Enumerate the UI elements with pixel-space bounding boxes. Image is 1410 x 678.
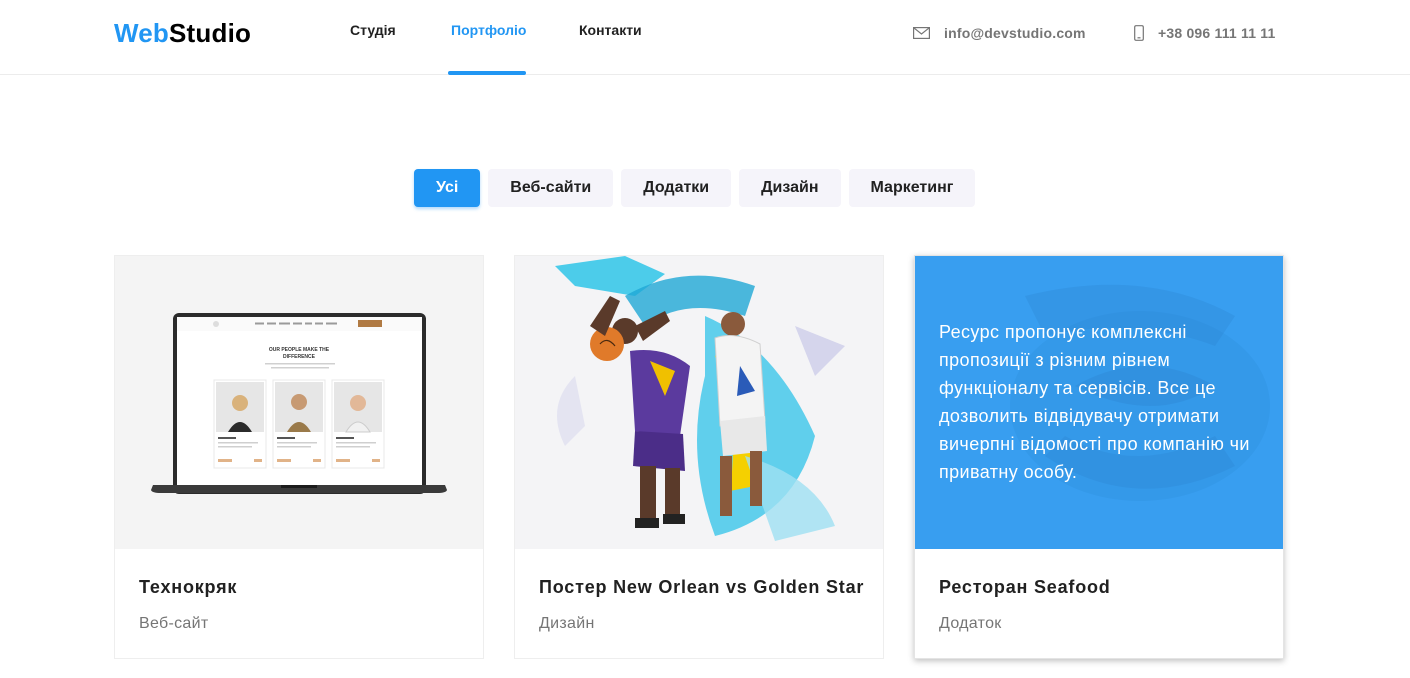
portfolio-card-seafood[interactable]: Ресурс пропонує комплексні пропозиції з … <box>914 255 1284 659</box>
svg-text:DIFFERENCE: DIFFERENCE <box>283 354 316 360</box>
phone-link[interactable]: +38 096 111 11 11 <box>1134 25 1275 41</box>
portfolio-card-technokryak[interactable]: OUR PEOPLE MAKE THE DIFFERENCE Технокряк… <box>114 255 484 659</box>
portfolio-card-poster[interactable]: Постер New Orlean vs Golden Star Дизайн <box>514 255 884 659</box>
logo-studio: Studio <box>169 18 252 48</box>
filter-all[interactable]: Усі <box>414 169 481 207</box>
card-category: Веб-сайт <box>139 615 209 632</box>
card-title[interactable]: Ресторан Seafood <box>939 577 1111 598</box>
site-header: WebStudio Студія Портфоліо Контакти info… <box>0 0 1410 75</box>
filter-marketing[interactable]: Маркетинг <box>848 169 976 207</box>
card-title[interactable]: Технокряк <box>139 577 237 598</box>
email-link[interactable]: info@devstudio.com <box>913 25 1086 41</box>
smartphone-icon <box>1134 25 1144 41</box>
portfolio-filters: Усі Веб-сайти Додатки Дизайн Маркетинг <box>414 169 976 207</box>
nav-studio[interactable]: Студія <box>350 22 396 75</box>
logo[interactable]: WebStudio <box>114 18 251 49</box>
nav-portfolio[interactable]: Портфоліо <box>451 22 526 75</box>
seafood-logo-image: Ресурс пропонує комплексні пропозиції з … <box>915 256 1283 549</box>
active-nav-indicator <box>448 71 526 75</box>
email-text: info@devstudio.com <box>944 25 1086 41</box>
card-category: Дизайн <box>539 615 595 632</box>
mockup-heading: OUR PEOPLE MAKE THE <box>269 347 330 353</box>
filter-websites[interactable]: Веб-сайти <box>488 169 614 207</box>
card-title[interactable]: Постер New Orlean vs Golden Star <box>539 577 864 598</box>
basketball-poster-image <box>515 256 883 549</box>
filter-apps[interactable]: Додатки <box>621 169 732 207</box>
phone-text: +38 096 111 11 11 <box>1158 25 1276 41</box>
envelope-icon <box>913 27 930 39</box>
nav-contacts[interactable]: Контакти <box>579 22 642 75</box>
card-category: Додаток <box>939 615 1002 632</box>
laptop-mockup-image: OUR PEOPLE MAKE THE DIFFERENCE <box>115 256 483 549</box>
card-overlay-description: Ресурс пропонує комплексні пропозиції з … <box>939 322 1250 482</box>
logo-web: Web <box>114 18 170 48</box>
filter-design[interactable]: Дизайн <box>739 169 841 207</box>
